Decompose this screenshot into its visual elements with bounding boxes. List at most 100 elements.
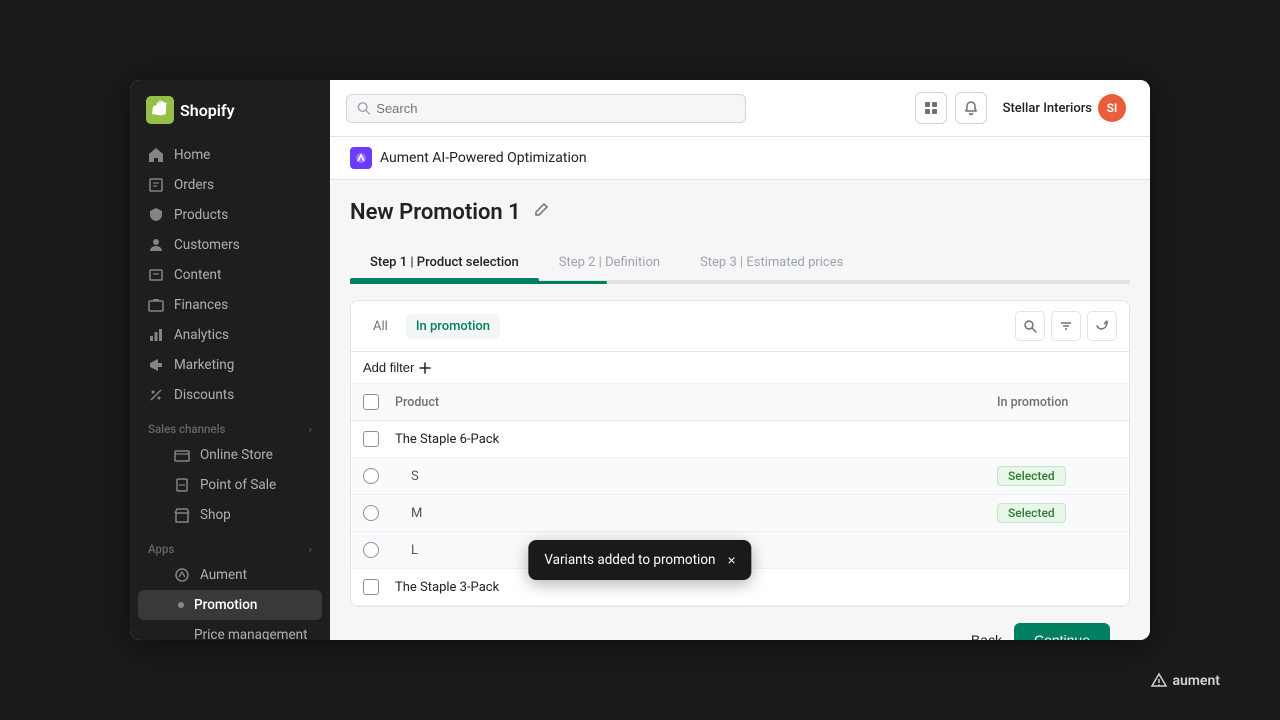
shopify-channel-btn[interactable]	[915, 92, 947, 124]
search-input[interactable]	[376, 101, 735, 116]
row2-checkbox[interactable]	[363, 468, 379, 484]
row1-product-col: The Staple 6-Pack	[395, 432, 997, 447]
bell-icon	[963, 100, 979, 116]
row3-product-name: M	[411, 506, 422, 521]
sidebar-item-discounts-label: Discounts	[174, 387, 234, 403]
add-filter-button[interactable]: Add filter	[363, 360, 432, 375]
header-promotion-col: In promotion	[997, 395, 1117, 410]
notifications-btn[interactable]	[955, 92, 987, 124]
table-header: Product In promotion	[351, 384, 1129, 421]
search-filter-icon	[1023, 319, 1037, 333]
sidebar-item-customers[interactable]: Customers	[138, 230, 322, 260]
aument-bottom-logo: aument	[1150, 672, 1220, 690]
sort-filter-btn[interactable]	[1051, 311, 1081, 341]
aument-header: Aument AI-Powered Optimization	[330, 137, 1150, 180]
main-content: Stellar Interiors SI Aument AI-Powered O…	[330, 80, 1150, 640]
shopify-logo[interactable]: Shopify	[146, 96, 235, 124]
sidebar-item-customers-label: Customers	[174, 237, 240, 253]
row3-checkbox[interactable]	[363, 505, 379, 521]
user-initials: SI	[1107, 101, 1118, 115]
steps-navigation: Step 1 | Product selection Step 2 | Defi…	[350, 245, 1130, 281]
edit-title-button[interactable]	[531, 200, 551, 225]
row1-checkbox[interactable]	[363, 431, 379, 447]
row5-checkbox[interactable]	[363, 579, 379, 595]
finances-icon	[148, 297, 164, 313]
apps-label: Apps	[148, 542, 174, 556]
point-of-sale-icon	[174, 477, 190, 493]
step2-tab[interactable]: Step 2 | Definition	[539, 245, 680, 280]
aument-logo-text: aument	[1172, 673, 1220, 689]
step3-tab[interactable]: Step 3 | Estimated prices	[680, 245, 863, 280]
row2-selected-badge: Selected	[997, 466, 1066, 486]
row5-check-col	[363, 579, 395, 595]
header-checkbox-col	[363, 394, 395, 410]
select-all-checkbox[interactable]	[363, 394, 379, 410]
row3-selected-badge: Selected	[997, 503, 1066, 523]
user-menu[interactable]: Stellar Interiors SI	[995, 90, 1134, 126]
user-avatar: SI	[1098, 94, 1126, 122]
sidebar-item-marketing[interactable]: Marketing	[138, 350, 322, 380]
back-button[interactable]: Back	[971, 632, 1002, 640]
sidebar-header: Shopify	[130, 80, 330, 136]
toast-close-button[interactable]: ×	[727, 553, 735, 567]
search-filter-btn[interactable]	[1015, 311, 1045, 341]
promotion-dot	[178, 602, 184, 608]
filter-tab-in-promotion-label: In promotion	[416, 319, 490, 334]
row4-product-name: L	[411, 543, 418, 558]
sidebar-item-orders-label: Orders	[174, 177, 214, 193]
topbar-actions: Stellar Interiors SI	[915, 90, 1134, 126]
page-actions: Back Continue	[350, 607, 1130, 640]
sidebar-item-aument-label: Aument	[200, 567, 247, 583]
sidebar-item-products[interactable]: Products	[138, 200, 322, 230]
header-product-col: Product	[395, 395, 997, 410]
refresh-icon	[1095, 319, 1109, 333]
continue-button[interactable]: Continue	[1014, 623, 1110, 640]
aument-header-icon	[350, 147, 372, 169]
sidebar-item-point-of-sale[interactable]: Point of Sale	[138, 470, 322, 500]
row4-checkbox[interactable]	[363, 542, 379, 558]
header-in-promotion-label: In promotion	[997, 395, 1068, 410]
add-filter-label: Add filter	[363, 360, 414, 375]
apps-section: Apps ›	[138, 530, 322, 560]
row3-promotion-col: Selected	[997, 505, 1117, 521]
toast-message: Variants added to promotion	[544, 552, 715, 568]
sidebar-item-shop[interactable]: Shop	[138, 500, 322, 530]
sales-channels-chevron: ›	[309, 423, 312, 436]
user-name: Stellar Interiors	[1003, 101, 1092, 116]
sidebar-item-content-label: Content	[174, 267, 221, 283]
sidebar-item-discounts[interactable]: Discounts	[138, 380, 322, 410]
step1-tab[interactable]: Step 1 | Product selection	[350, 245, 539, 280]
aument-logo-icon	[1150, 672, 1168, 690]
sidebar-item-orders[interactable]: Orders	[138, 170, 322, 200]
sidebar-item-price-management[interactable]: Price management	[138, 620, 322, 640]
sidebar-item-promotion[interactable]: Promotion	[138, 590, 322, 620]
header-product-label: Product	[395, 395, 439, 410]
sidebar-item-aument[interactable]: Aument	[138, 560, 322, 590]
filter-tab-all[interactable]: All	[363, 314, 398, 339]
sidebar-item-home[interactable]: Home	[138, 140, 322, 170]
add-filter-row: Add filter	[351, 352, 1129, 384]
sidebar-item-finances[interactable]: Finances	[138, 290, 322, 320]
toast-notification: Variants added to promotion ×	[528, 540, 751, 580]
sidebar: Shopify Home Orders Products	[130, 80, 330, 640]
sidebar-item-home-label: Home	[174, 147, 210, 163]
page-title-row: New Promotion 1	[350, 200, 1130, 225]
marketing-icon	[148, 357, 164, 373]
refresh-btn[interactable]	[1087, 311, 1117, 341]
sidebar-item-online-store[interactable]: Online Store	[138, 440, 322, 470]
sidebar-item-analytics[interactable]: Analytics	[138, 320, 322, 350]
discounts-icon	[148, 387, 164, 403]
sidebar-item-content[interactable]: Content	[138, 260, 322, 290]
sidebar-item-analytics-label: Analytics	[174, 327, 229, 343]
step-progress-fill	[350, 281, 607, 284]
page-title: New Promotion 1	[350, 200, 521, 225]
customers-icon	[148, 237, 164, 253]
table-row: M Selected	[351, 495, 1129, 532]
search-bar[interactable]	[346, 94, 746, 123]
row5-product-name: The Staple 3-Pack	[395, 580, 499, 595]
sales-channels-section: Sales channels ›	[138, 410, 322, 440]
search-icon	[357, 101, 370, 115]
step1-label: Step 1 | Product selection	[370, 255, 519, 270]
sidebar-item-shop-label: Shop	[200, 507, 231, 523]
filter-tab-in-promotion[interactable]: In promotion	[406, 314, 500, 339]
